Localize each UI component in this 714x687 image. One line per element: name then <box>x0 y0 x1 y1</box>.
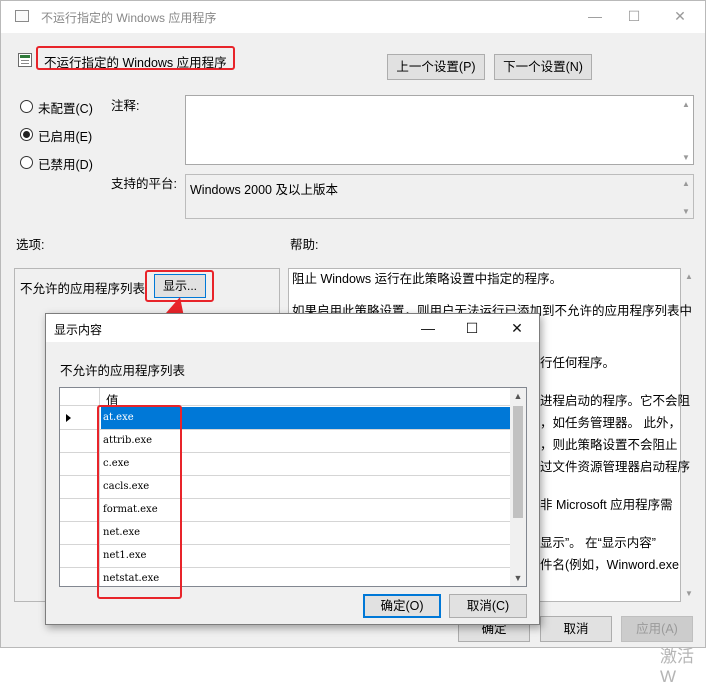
scroll-down-icon[interactable]: ▼ <box>681 207 691 216</box>
help-label: 帮助: <box>290 238 319 252</box>
help-scrollbar[interactable]: ▲ ▼ <box>683 270 695 600</box>
window-title: 不运行指定的 Windows 应用程序 <box>41 11 217 25</box>
help-line: 行任何程序。 <box>540 356 616 370</box>
cancel-button[interactable]: 取消 <box>540 616 612 642</box>
dialog-ok-button[interactable]: 确定(O) <box>363 594 441 618</box>
help-text-right: 行任何程序。 进程启动的程序。它不会阻 ，如任务管理器。 此外， 过文件资源管理… <box>540 352 690 576</box>
row-header[interactable] <box>60 476 100 498</box>
window-titlebar[interactable]: 不运行指定的 Windows 应用程序 — ☐ ✕ <box>1 1 705 33</box>
minimize-icon[interactable]: — <box>586 7 604 25</box>
help-line: 进程启动的程序。它不会阻 <box>540 394 691 408</box>
grid-corner <box>60 388 100 405</box>
window-app-icon <box>15 10 29 22</box>
row-header[interactable] <box>60 522 100 544</box>
row-header[interactable] <box>60 407 100 429</box>
scroll-up-icon[interactable]: ▲ <box>684 272 694 281</box>
next-setting-button[interactable]: 下一个设置(N) <box>494 54 592 80</box>
comment-label: 注释: <box>111 99 140 113</box>
close-icon[interactable]: ✕ <box>507 318 527 338</box>
scroll-up-icon[interactable]: ▲ <box>510 388 526 404</box>
grid-scrollbar[interactable]: ▲ ▼ <box>510 388 526 586</box>
row-header[interactable] <box>60 568 100 586</box>
help-line: ，则此策略设置不会阻止 <box>540 438 678 452</box>
scroll-down-icon[interactable]: ▼ <box>684 589 694 598</box>
scroll-up-icon[interactable]: ▲ <box>681 179 691 188</box>
platform-value: Windows 2000 及以上版本 <box>190 183 338 197</box>
row-header[interactable] <box>60 499 100 521</box>
radio-enabled-label: 已启用(E) <box>38 130 93 144</box>
minimize-icon[interactable]: — <box>418 318 438 338</box>
help-line: ，如任务管理器。 此外， <box>540 416 681 430</box>
policy-icon <box>18 53 32 67</box>
prev-setting-button[interactable]: 上一个设置(P) <box>387 54 485 80</box>
dialog-list-label: 不允许的应用程序列表 <box>60 364 186 378</box>
scrollbar-thumb[interactable] <box>513 406 523 518</box>
platform-box: Windows 2000 及以上版本 ▲ ▼ <box>185 174 694 219</box>
show-contents-dialog: 显示内容 — ☐ ✕ 不允许的应用程序列表 值 at.exe attrib.ex… <box>45 313 540 625</box>
apply-button: 应用(A) <box>621 616 693 642</box>
platform-label: 支持的平台: <box>111 177 177 191</box>
options-label: 选项: <box>16 238 45 252</box>
help-line: 件名(例如，Winword.exe <box>540 558 679 572</box>
help-line: 阻止 Windows 运行在此策略设置中指定的程序。 <box>292 272 563 286</box>
current-row-icon <box>66 414 71 422</box>
dialog-titlebar[interactable]: 显示内容 — ☐ ✕ <box>46 314 539 342</box>
radio-not-configured[interactable] <box>20 100 33 113</box>
radio-not-configured-label: 未配置(C) <box>38 102 93 116</box>
row-header[interactable] <box>60 430 100 452</box>
radio-disabled[interactable] <box>20 156 33 169</box>
row-header[interactable] <box>60 453 100 475</box>
comment-textarea[interactable]: ▲ ▼ <box>185 95 694 165</box>
scroll-down-icon[interactable]: ▼ <box>681 153 691 162</box>
maximize-icon[interactable]: ☐ <box>462 318 482 338</box>
grid-header: 值 <box>60 388 512 408</box>
help-line <box>292 290 692 300</box>
radio-enabled[interactable] <box>20 128 33 141</box>
activation-watermark: 激活 W <box>660 647 694 686</box>
disallowed-list-label: 不允许的应用程序列表 <box>20 282 146 296</box>
values-annotation <box>97 405 182 599</box>
help-line: 显示”。 在“显示内容” <box>540 536 656 550</box>
dialog-title: 显示内容 <box>54 323 103 337</box>
dialog-cancel-button[interactable]: 取消(C) <box>449 594 527 618</box>
help-line: 过文件资源管理器启动程序 <box>540 460 691 474</box>
scroll-up-icon[interactable]: ▲ <box>681 100 691 109</box>
scroll-down-icon[interactable]: ▼ <box>510 570 526 586</box>
radio-disabled-label: 已禁用(D) <box>38 158 93 172</box>
maximize-icon[interactable]: ☐ <box>625 7 643 25</box>
close-icon[interactable]: ✕ <box>671 7 689 25</box>
row-header[interactable] <box>60 545 100 567</box>
help-line: 非 Microsoft 应用程序需 <box>540 498 673 512</box>
policy-title: 不运行指定的 Windows 应用程序 <box>36 46 235 70</box>
